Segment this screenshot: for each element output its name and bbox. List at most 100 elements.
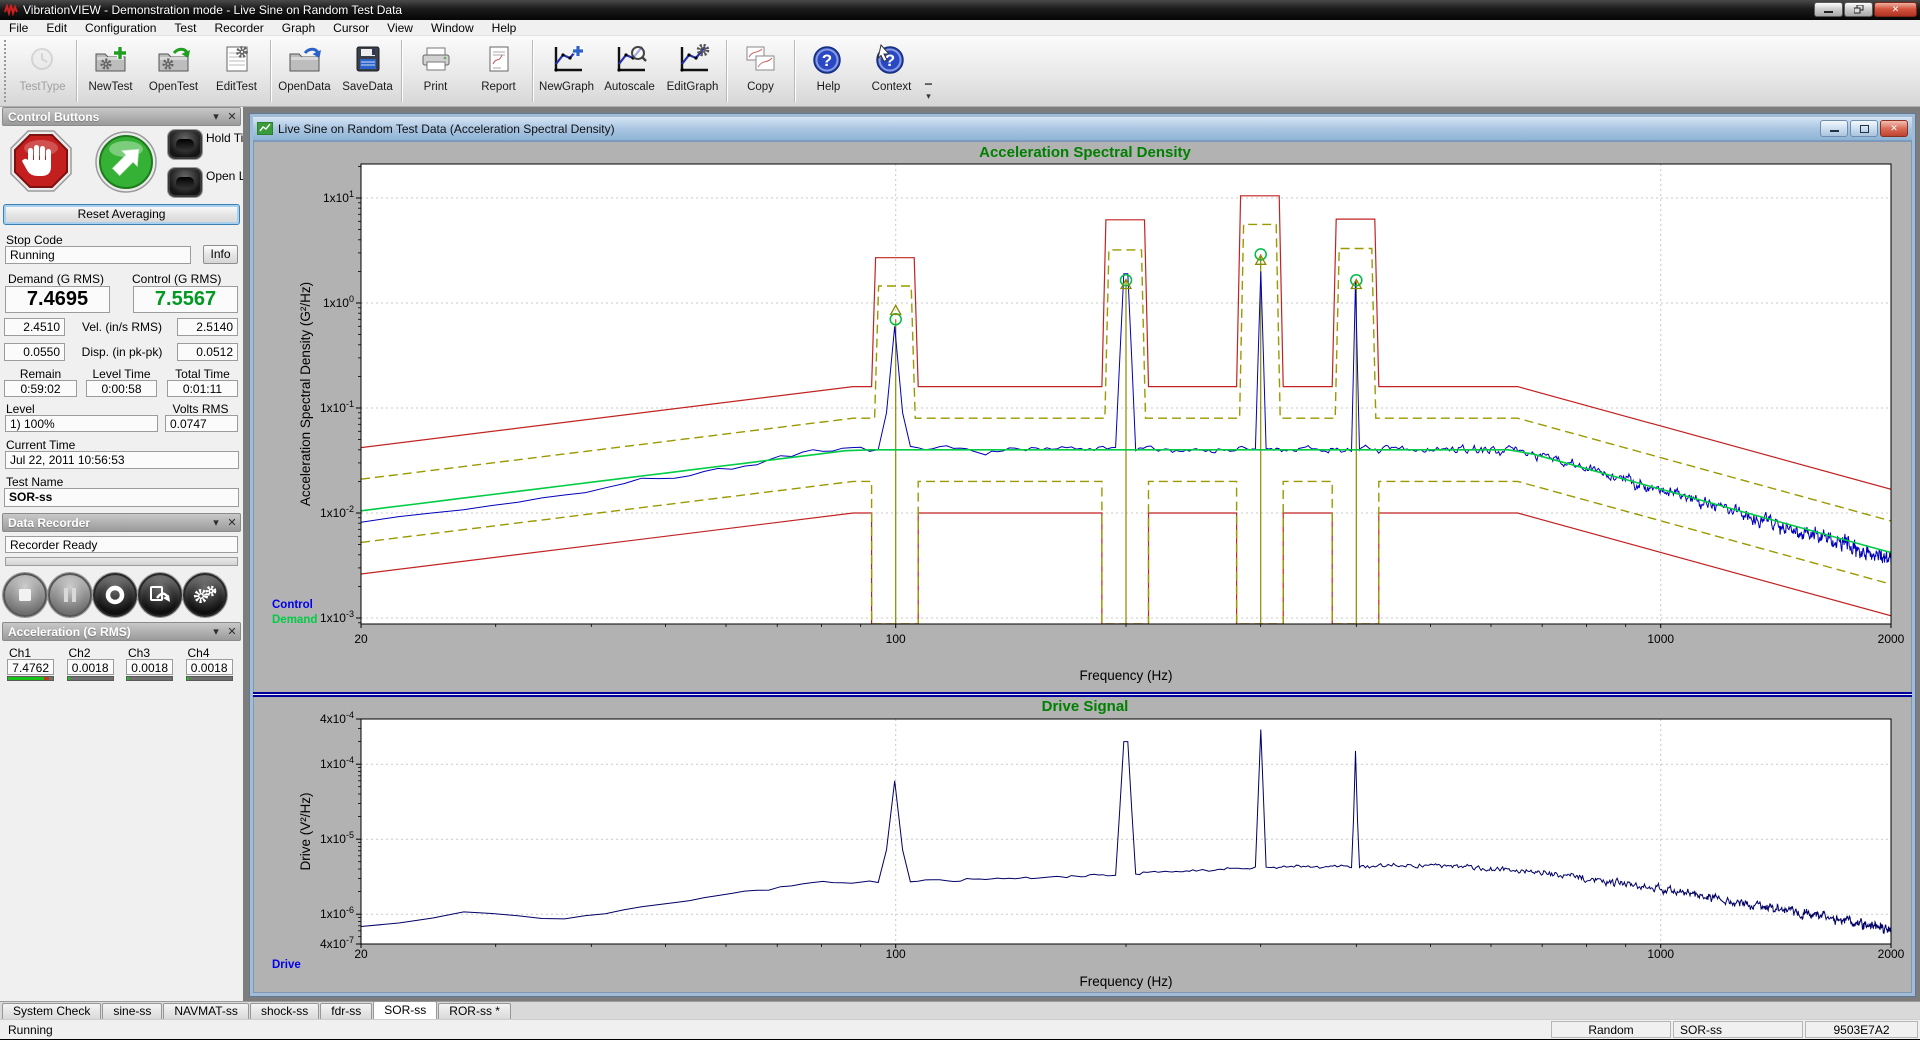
toolbar-opentest-button[interactable]: OpenTest [142,36,205,106]
svg-text:1x10-1: 1x10-1 [320,399,354,415]
close-icon[interactable]: ✕ [1880,120,1908,137]
toolbar-button-label: Copy [747,81,774,93]
panel-collapse-icon[interactable]: ▾ [208,516,224,529]
stop-button[interactable] [10,130,72,197]
level-time-label: Level Time [86,367,157,381]
toolbar-overflow-button[interactable]: ▔▾ [925,86,932,100]
channel-label: Ch4 [188,646,210,660]
toolbar-copy-button[interactable]: Copy [729,36,792,106]
tab-fdr-ss[interactable]: fdr-ss [320,1003,372,1019]
reset-averaging-button[interactable]: Reset Averaging [3,204,240,225]
tab-shock-ss[interactable]: shock-ss [250,1003,319,1019]
report-icon [480,41,518,77]
menu-help[interactable]: Help [483,20,526,36]
toolbar-opendata-button[interactable]: OpenData [273,36,336,106]
svg-text:4x10-4: 4x10-4 [320,710,354,726]
toolbar-button-label: OpenData [278,81,330,93]
svg-text:Drive: Drive [272,959,301,971]
record-pause-button[interactable] [48,573,92,617]
record-play-icon [145,580,175,610]
app-icon [4,4,18,16]
menu-configuration[interactable]: Configuration [76,20,165,36]
toolbar-editgraph-button[interactable]: EditGraph [661,36,724,106]
record-play-button[interactable] [138,573,182,617]
svg-text:1x10-4: 1x10-4 [320,755,354,771]
remain-label: Remain [4,367,77,381]
menu-cursor[interactable]: Cursor [324,20,378,36]
toolbar-newgraph-button[interactable]: NewGraph [535,36,598,106]
toolbar-button-label: OpenTest [149,81,198,93]
toolbar-button-label: Context [872,81,912,93]
menu-recorder[interactable]: Recorder [205,20,272,36]
disp-demand-field: 0.0550 [4,343,65,361]
toolbar-savedata-button[interactable]: SaveData [336,36,399,106]
toolbar-context-button[interactable]: ? Context [860,36,923,106]
recorder-progress-bar [5,557,238,566]
toolbar-button-label: Report [481,81,516,93]
minimize-icon[interactable] [1814,2,1843,17]
menu-file[interactable]: File [0,20,37,36]
document-title: Live Sine on Random Test Data (Accelerat… [278,122,615,136]
record-settings-button[interactable] [183,573,227,617]
tab-sine-ss[interactable]: sine-ss [102,1003,162,1019]
control-label: Control (G RMS) [132,272,221,286]
asd-chart[interactable]: 20100100020001x1011x1001x10-11x10-21x10-… [253,141,1912,697]
tab-sor-ss[interactable]: SOR-ss [373,1001,437,1019]
svg-text:Acceleration Spectral Density: Acceleration Spectral Density (G²/Hz) [298,282,313,506]
toolbar-newtest-button[interactable]: NewTest [79,36,142,106]
open-loop-toggle[interactable] [168,168,202,197]
volts-label: Volts RMS [163,402,238,416]
autoscale-icon [611,41,649,77]
menu-window[interactable]: Window [422,20,483,36]
chart-icon [257,122,273,135]
toolbar-grip[interactable] [4,40,9,102]
panel-close-icon[interactable]: ✕ [224,625,240,638]
total-time-label: Total Time [167,367,238,381]
tab-system-check[interactable]: System Check [2,1003,101,1019]
disp-label: Disp. (in pk-pk) [70,345,174,359]
toolbar-print-button[interactable]: Print [404,36,467,106]
menu-edit[interactable]: Edit [37,20,76,36]
start-button[interactable] [95,131,157,198]
toolbar-separator [794,40,795,102]
menu-graph[interactable]: Graph [273,20,324,36]
open-data-icon [286,41,324,77]
hold-timer-toggle[interactable] [168,130,202,159]
tab-navmat-ss[interactable]: NAVMAT-ss [163,1003,249,1019]
close-icon[interactable]: ✕ [1874,2,1917,17]
toolbar-separator [726,40,727,102]
info-button[interactable]: Info [203,245,238,264]
menu-view[interactable]: View [378,20,422,36]
drive-chart[interactable]: 20100100020004x10-41x10-41x10-51x10-64x1… [253,697,1912,998]
document-titlebar[interactable]: Live Sine on Random Test Data (Accelerat… [253,117,1912,141]
data-recorder-panel-header: Data Recorder ▾ ✕ [2,513,241,532]
panel-collapse-icon[interactable]: ▾ [208,110,224,123]
toolbar-autoscale-button[interactable]: Autoscale [598,36,661,106]
maximize-icon[interactable] [1850,120,1878,137]
tab-ror-ss[interactable]: ROR-ss * [438,1003,511,1019]
svg-text:1x10-5: 1x10-5 [320,830,354,846]
toolbar-help-button[interactable]: ?Help [797,36,860,106]
panel-collapse-icon[interactable]: ▾ [208,625,224,638]
test-tabbar: System Checksine-ssNAVMAT-ssshock-ssfdr-… [0,1001,1920,1019]
svg-text:?: ? [821,51,831,70]
toolbar-edittest-button[interactable]: EditTest [205,36,268,106]
toolbar-button-label: Autoscale [604,81,655,93]
record-icon [100,580,130,610]
help-icon: ? [810,41,848,77]
svg-text:Drive (V²/Hz): Drive (V²/Hz) [298,793,313,871]
context-help-icon: ? [873,41,911,77]
level-field: 1) 100% [5,415,158,432]
statusbar: Running Random SOR-ss 9503E7A2 [0,1019,1920,1039]
restore-icon[interactable] [1844,2,1873,17]
toolbar-testtype-button[interactable]: TestType [11,36,74,106]
minimize-icon[interactable] [1820,120,1848,137]
menu-test[interactable]: Test [165,20,205,36]
panel-close-icon[interactable]: ✕ [224,516,240,529]
record-stop-button[interactable] [3,573,47,617]
panel-close-icon[interactable]: ✕ [224,110,240,123]
record-button[interactable] [93,573,137,617]
toolbar-separator [270,40,271,102]
toolbar-report-button[interactable]: Report [467,36,530,106]
svg-text:2000: 2000 [1878,947,1905,961]
